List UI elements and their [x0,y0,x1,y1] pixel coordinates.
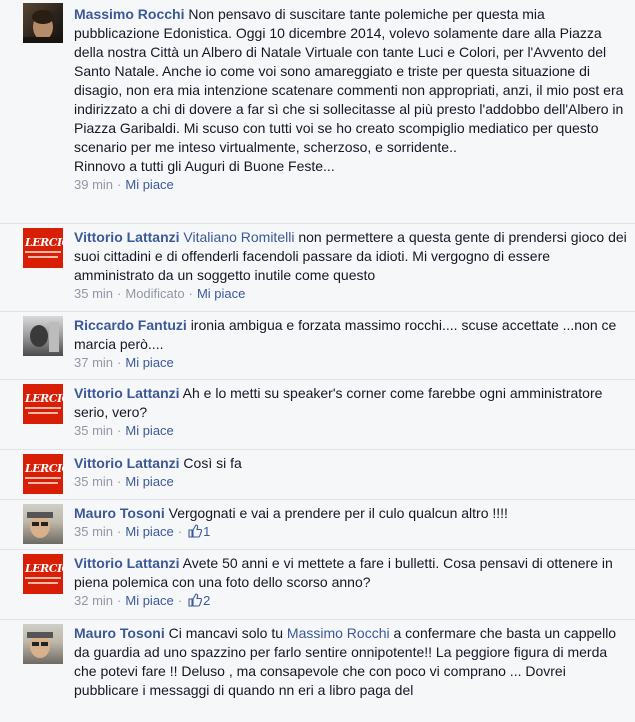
thumbs-up-icon[interactable] [188,524,203,543]
like-link[interactable]: Mi piace [125,474,173,489]
comment-text-line: Rinnovo a tutti gli Auguri di Buone Fest… [74,158,335,174]
comment-author[interactable]: Vittorio Lattanzi [74,229,180,245]
comment-body: Vittorio Lattanzi Così si fa 35 min · Mi p… [74,454,629,491]
comment-text-before: Ci mancavi solo tu [168,625,284,641]
comment-time[interactable]: 35 min [74,286,113,301]
comment: LERCIO Vittorio Lattanzi Ah e lo metti s… [0,379,635,450]
comment: LERCIO Vittorio Lattanzi Avete 50 anni e… [0,549,635,620]
logo-decoration [25,477,61,479]
comment-body: Vittorio Lattanzi Vitaliano Romitelli no… [74,228,629,303]
like-link[interactable]: Mi piace [125,524,173,539]
thumbs-up-icon[interactable] [188,593,203,612]
comment-meta: 39 min · Mi piace [74,177,174,192]
logo-decoration [28,256,58,258]
comment-mention[interactable]: Vitaliano Romitelli [183,229,294,245]
comment-author[interactable]: Mauro Tosoni [74,505,165,521]
comment-meta: 37 min · Mi piace [74,355,174,370]
comment: Mauro Tosoni Ci mancavi solo tu Massimo … [0,619,635,722]
like-link[interactable]: Mi piace [125,423,173,438]
comment: Riccardo Fantuzi ironia ambigua e forzat… [0,311,635,380]
avatar[interactable]: LERCIO [23,454,63,494]
comment-meta: 35 min · Modificato · Mi piace [74,286,246,301]
comment-body: Vittorio Lattanzi Ah e lo metti su speak… [74,384,629,440]
avatar-photo [27,632,53,658]
avatar-photo [30,322,59,352]
comment-time[interactable]: 39 min [74,177,113,192]
logo-decoration [28,582,58,584]
avatar[interactable]: LERCIO [23,228,63,268]
comment-time[interactable]: 35 min [74,524,113,539]
like-link[interactable]: Mi piace [125,355,173,370]
comment-text: Non pensavo di suscitare tante polemiche… [74,6,624,155]
edited-label[interactable]: Modificato [125,286,184,301]
comment-body: Vittorio Lattanzi Avete 50 anni e vi met… [74,554,629,612]
comment-body: Massimo Rocchi Non pensavo di suscitare … [74,5,629,194]
avatar-photo [23,10,63,43]
avatar[interactable]: LERCIO [23,384,63,424]
comment-body: Mauro Tosoni Ci mancavi solo tu Massimo … [74,624,629,700]
comment-author[interactable]: Massimo Rocchi [74,6,184,22]
avatar[interactable] [23,316,63,356]
comment: LERCIO Vittorio Lattanzi Vitaliano Romit… [0,223,635,312]
logo-decoration [28,482,58,484]
comment-mention[interactable]: Massimo Rocchi [287,625,390,641]
comment-time[interactable]: 37 min [74,355,113,370]
comment-text: Vergognati e vai a prendere per il culo … [168,505,508,521]
comment-body: Riccardo Fantuzi ironia ambigua e forzat… [74,316,629,372]
comment-meta: 35 min · Mi piace [74,474,174,489]
comment-author[interactable]: Vittorio Lattanzi [74,385,180,401]
avatar[interactable] [23,3,63,43]
comment: Massimo Rocchi Non pensavo di suscitare … [0,0,635,223]
comment-meta: 35 min · Mi piace [74,423,174,438]
like-link[interactable]: Mi piace [125,177,173,192]
comment-author[interactable]: Riccardo Fantuzi [74,317,187,333]
comment-time[interactable]: 35 min [74,474,113,489]
comment-author[interactable]: Vittorio Lattanzi [74,455,180,471]
lercio-logo: LERCIO [25,462,63,475]
comment-time[interactable]: 35 min [74,423,113,438]
like-link[interactable]: Mi piace [197,286,245,301]
like-count[interactable]: 1 [203,524,210,539]
comment-author[interactable]: Mauro Tosoni [74,625,165,641]
comment-author[interactable]: Vittorio Lattanzi [74,555,180,571]
comment: LERCIO Vittorio Lattanzi Così si fa 35 m… [0,449,635,500]
comment-meta: 32 min · Mi piace · 2 [74,592,629,612]
comment-text: Così si fa [183,455,242,471]
logo-decoration [25,577,61,579]
avatar[interactable] [23,624,63,664]
logo-decoration [28,412,58,414]
logo-decoration [25,251,61,253]
comment-time[interactable]: 32 min [74,593,113,608]
lercio-logo: LERCIO [25,392,63,405]
comment-body: Mauro Tosoni Vergognati e vai a prendere… [74,504,629,543]
like-link[interactable]: Mi piace [125,593,173,608]
avatar[interactable] [23,504,63,544]
comment: Mauro Tosoni Vergognati e vai a prendere… [0,499,635,550]
like-count[interactable]: 2 [203,593,210,608]
comment-thread: Massimo Rocchi Non pensavo di suscitare … [0,0,635,722]
comment-meta: 35 min · Mi piace · 1 [74,523,629,543]
lercio-logo: LERCIO [25,236,63,249]
avatar[interactable]: LERCIO [23,554,63,594]
lercio-logo: LERCIO [25,562,63,575]
logo-decoration [25,407,61,409]
avatar-photo [27,512,53,538]
